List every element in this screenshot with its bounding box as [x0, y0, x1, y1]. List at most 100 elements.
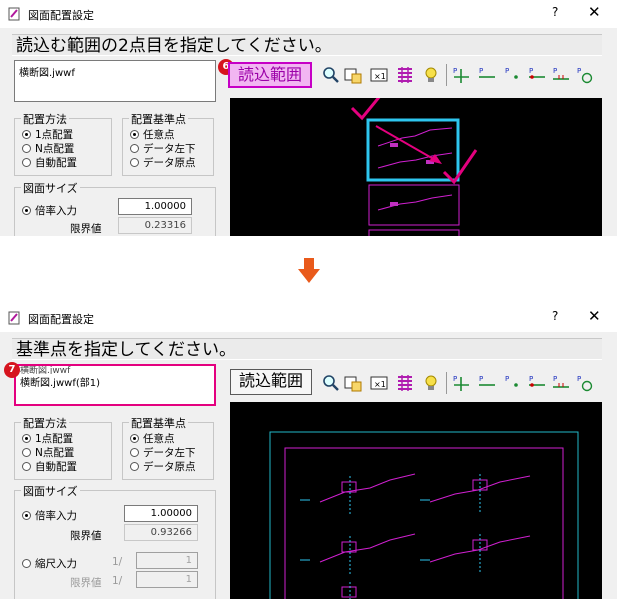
prompt-text: 基準点を指定してください。	[12, 338, 602, 360]
title-bar: 図面配置設定 ? ✕	[0, 304, 617, 332]
scale-input[interactable]: 1.00000	[124, 505, 198, 522]
svg-text:×1: ×1	[374, 72, 386, 81]
window-title: 図面配置設定	[28, 313, 94, 326]
app-icon	[8, 311, 20, 325]
prompt-text: 読込む範囲の2点目を指定してください。	[12, 34, 602, 56]
layer-icon[interactable]	[396, 66, 414, 84]
radio-selected-icon	[22, 206, 31, 215]
svg-text:P: P	[553, 67, 557, 75]
point-mid-icon[interactable]: P	[552, 374, 570, 392]
layer-icon[interactable]	[396, 374, 414, 392]
svg-text:P: P	[529, 67, 533, 75]
reduce-prefix: 1/	[112, 556, 123, 568]
point-mid-icon[interactable]: P	[552, 66, 570, 84]
fit-window-icon[interactable]	[344, 66, 362, 84]
radio-data-lower-left[interactable]: データ左下	[130, 445, 196, 460]
svg-text:P: P	[553, 375, 557, 383]
point-cross-icon[interactable]: P	[452, 374, 470, 392]
reduce-limit-label: 限界値	[70, 577, 102, 589]
radio-icon	[130, 144, 139, 153]
radio-scale-input[interactable]: 倍率入力	[22, 203, 77, 218]
step-badge: 7	[4, 362, 20, 378]
load-range-button[interactable]: 読込範囲	[230, 369, 312, 395]
help-button[interactable]: ?	[552, 5, 558, 19]
point-dot-icon[interactable]: P	[504, 374, 522, 392]
svg-text:P: P	[479, 67, 483, 75]
reduce-limit-prefix: 1/	[112, 575, 123, 587]
bulb-icon[interactable]	[422, 66, 440, 84]
limit-label: 限界値	[70, 530, 102, 542]
file-list[interactable]: 横断図.jwwf 横断図.jwwf(部1)	[14, 364, 216, 406]
point-cross-icon[interactable]: P	[452, 66, 470, 84]
limit-value: 0.93266	[124, 524, 198, 541]
radio-selected-icon	[22, 511, 31, 520]
dialog-step-2: 図面配置設定 ? ✕ 基準点を指定してください。 横断図.jwwf 横断図.jw…	[0, 304, 617, 599]
preview-canvas[interactable]	[230, 98, 602, 236]
point-line-icon[interactable]: P	[478, 66, 496, 84]
radio-data-lower-left[interactable]: データ左下	[130, 141, 196, 156]
zoom-icon[interactable]	[322, 66, 340, 84]
down-arrow-icon	[298, 258, 320, 283]
radio-icon	[22, 448, 31, 457]
radio-auto[interactable]: 自動配置	[22, 155, 77, 170]
scale-x1-icon[interactable]: ×1	[370, 374, 388, 392]
preview-canvas[interactable]	[230, 402, 602, 599]
app-icon	[8, 7, 20, 21]
radio-data-origin[interactable]: データ原点	[130, 155, 196, 170]
limit-label: 限界値	[70, 223, 102, 235]
radio-auto[interactable]: 自動配置	[22, 459, 77, 474]
svg-text:P: P	[529, 375, 533, 383]
svg-text:P: P	[453, 375, 457, 383]
toolbar-separator	[446, 372, 447, 394]
limit-value: 0.23316	[118, 217, 192, 234]
file-list-item[interactable]: 横断図.jwwf	[19, 64, 211, 79]
drawing-size-title: 図面サイズ	[21, 483, 80, 499]
radio-selected-icon	[130, 130, 139, 139]
load-range-button[interactable]: 読込範囲	[228, 62, 312, 88]
scale-x1-icon[interactable]: ×1	[370, 66, 388, 84]
radio-reduced-scale[interactable]: 縮尺入力	[22, 556, 77, 571]
point-circle-icon[interactable]: P	[576, 66, 594, 84]
radio-data-origin[interactable]: データ原点	[130, 459, 196, 474]
close-button[interactable]: ✕	[588, 307, 601, 325]
radio-one-point[interactable]: 1点配置	[22, 431, 73, 446]
point-end-icon[interactable]: P	[528, 66, 546, 84]
drawing-preview	[269, 431, 579, 599]
bulb-icon[interactable]	[422, 374, 440, 392]
radio-one-point[interactable]: 1点配置	[22, 127, 73, 142]
point-line-icon[interactable]: P	[478, 374, 496, 392]
svg-text:P: P	[505, 375, 509, 383]
file-list-item[interactable]: 横断図.jwwf(部1)	[20, 374, 210, 389]
file-list-item-partial[interactable]: 横断図.jwwf	[20, 366, 210, 374]
zoom-icon[interactable]	[322, 374, 340, 392]
radio-icon	[22, 559, 31, 568]
svg-text:P: P	[577, 67, 581, 75]
toolbar-separator	[446, 64, 447, 86]
reduce-scale-input[interactable]: 1	[136, 552, 198, 569]
placement-method-title: 配置方法	[21, 111, 69, 127]
window-title: 図面配置設定	[28, 9, 94, 22]
radio-any-point[interactable]: 任意点	[130, 431, 175, 446]
dialog-step-1: 図面配置設定 ? ✕ 読込む範囲の2点目を指定してください。 横断図.jwwf …	[0, 0, 617, 236]
point-circle-icon[interactable]: P	[576, 374, 594, 392]
radio-n-point[interactable]: N点配置	[22, 141, 74, 156]
fit-window-icon[interactable]	[344, 374, 362, 392]
radio-icon	[130, 462, 139, 471]
placement-method-title: 配置方法	[21, 415, 69, 431]
radio-icon	[22, 144, 31, 153]
radio-n-point[interactable]: N点配置	[22, 445, 74, 460]
file-list[interactable]: 横断図.jwwf	[14, 60, 216, 102]
scale-input[interactable]: 1.00000	[118, 198, 192, 215]
cross-sections	[300, 473, 531, 599]
svg-text:P: P	[577, 375, 581, 383]
point-dot-icon[interactable]: P	[504, 66, 522, 84]
radio-scale-input[interactable]: 倍率入力	[22, 508, 77, 523]
close-button[interactable]: ✕	[588, 3, 601, 21]
point-end-icon[interactable]: P	[528, 374, 546, 392]
help-button[interactable]: ?	[552, 309, 558, 323]
drawing-sheets	[368, 119, 460, 236]
radio-any-point[interactable]: 任意点	[130, 127, 175, 142]
radio-selected-icon	[22, 130, 31, 139]
drawing-preview	[350, 98, 478, 236]
svg-text:×1: ×1	[374, 380, 386, 389]
